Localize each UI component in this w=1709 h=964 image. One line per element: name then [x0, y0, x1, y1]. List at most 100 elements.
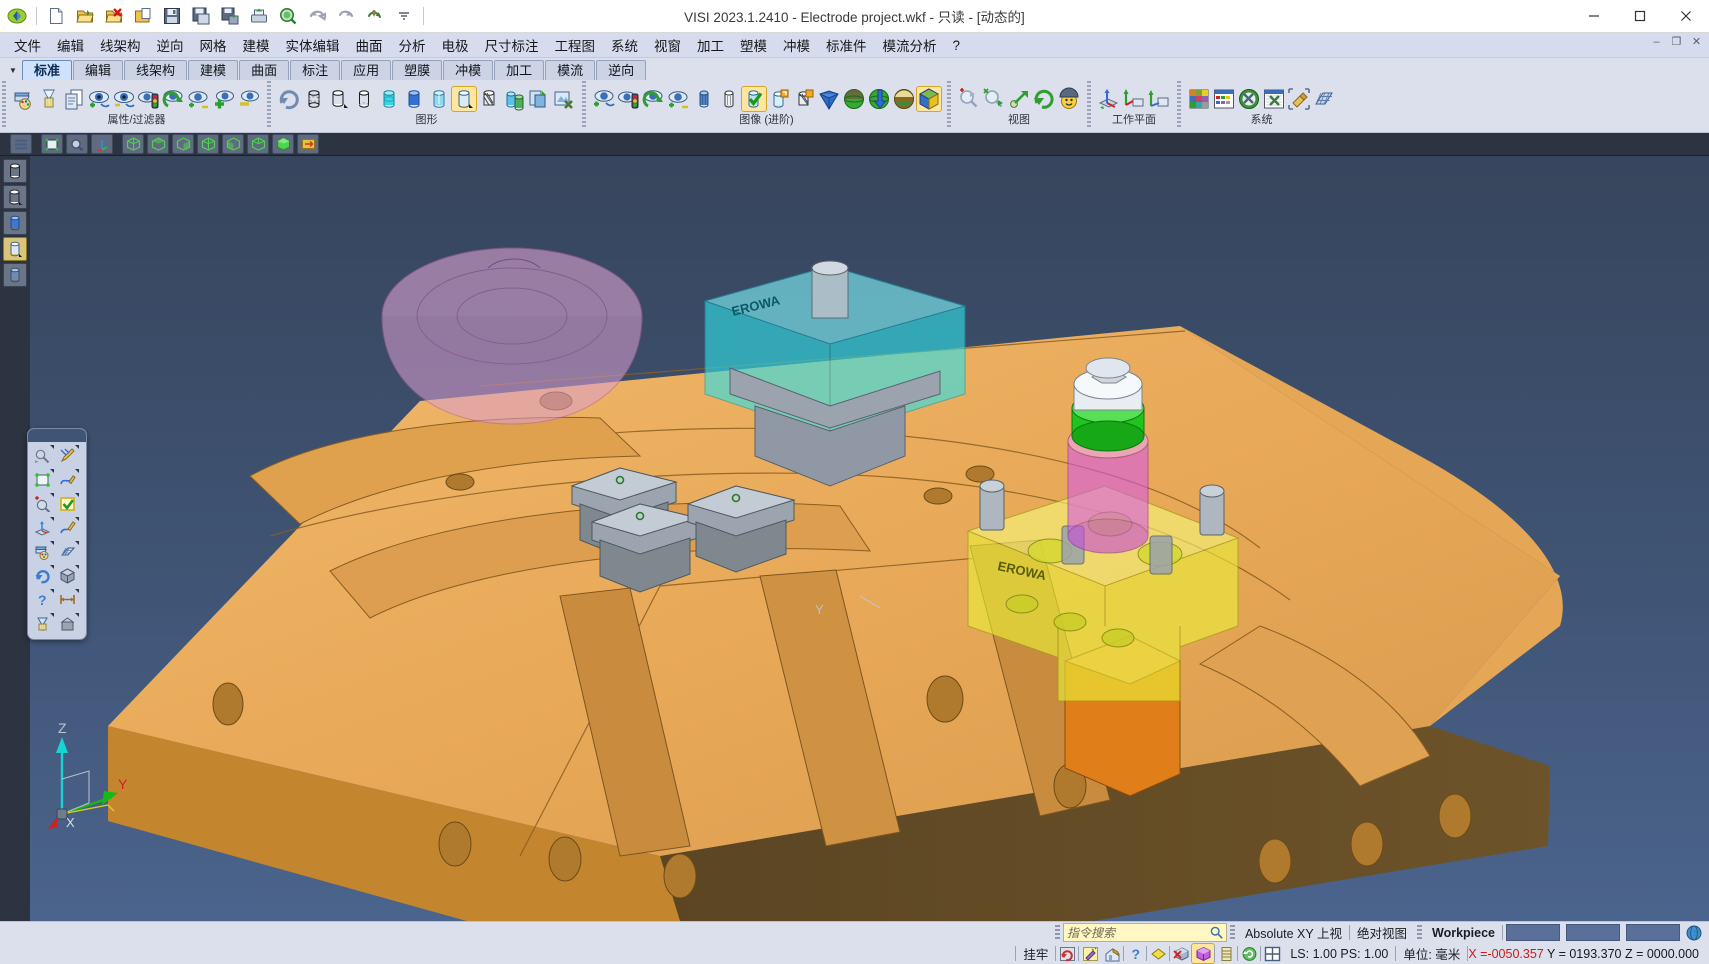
sphere-shade-icon[interactable] [892, 87, 916, 111]
3d-viewport[interactable]: EROWA EROWA Y [0, 156, 1709, 921]
tab-application[interactable]: 应用 [341, 60, 392, 80]
shade-blue-icon[interactable] [402, 87, 426, 111]
palette-dimension-icon[interactable] [55, 588, 80, 612]
status-home-icon[interactable] [1101, 944, 1123, 963]
ribbon-dropdown-icon[interactable]: ▼ [4, 61, 22, 80]
render-settings-icon[interactable] [552, 87, 576, 111]
palette-zoom-pm-icon[interactable] [30, 492, 55, 516]
view-iso4-icon[interactable] [197, 134, 219, 154]
undo-icon[interactable] [304, 3, 330, 29]
status-field-2[interactable] [1566, 924, 1620, 941]
status-list-icon[interactable] [1215, 944, 1237, 963]
view-iso6-icon[interactable] [247, 134, 269, 154]
tab-plastic-mold[interactable]: 塑膜 [392, 60, 443, 80]
status-rotate-icon[interactable] [1238, 944, 1260, 963]
open-file-icon[interactable] [72, 3, 98, 29]
mdi-minimize-icon[interactable]: – [1650, 35, 1663, 48]
status-snap-label[interactable]: 挂牢 [1016, 944, 1055, 963]
status-units[interactable]: 单位: 毫米 [1396, 944, 1467, 963]
menu-item-solid-edit[interactable]: 实体编辑 [278, 33, 348, 57]
config-icon[interactable] [1262, 87, 1286, 111]
palette-color-icon[interactable] [30, 540, 55, 564]
menu-item-surface[interactable]: 曲面 [348, 33, 391, 57]
restore-icon[interactable] [362, 3, 388, 29]
render-quality-icon[interactable] [502, 87, 526, 111]
view-iso5-icon[interactable] [222, 134, 244, 154]
adv-visibility-refresh-icon[interactable] [642, 87, 666, 111]
pan-icon[interactable] [1007, 87, 1031, 111]
view-iso7-icon[interactable] [272, 134, 294, 154]
overflow-icon[interactable] [391, 3, 417, 29]
status-diamond-icon[interactable] [1147, 944, 1169, 963]
adv-visibility-traffic-icon[interactable] [617, 87, 641, 111]
menu-item-electrode[interactable]: 电极 [434, 33, 477, 57]
status-grid-icon[interactable] [1261, 944, 1283, 963]
menu-item-mesh[interactable]: 网格 [192, 33, 235, 57]
adv-check-icon[interactable] [741, 86, 767, 112]
status-magic-icon[interactable] [1079, 944, 1101, 963]
visibility-hide-icon[interactable] [237, 87, 261, 111]
palette-solid-icon[interactable] [55, 564, 80, 588]
status-workpiece[interactable]: Workpiece [1425, 926, 1502, 940]
refresh-view-icon[interactable] [277, 87, 301, 111]
menu-item-modeling[interactable]: 建模 [235, 33, 278, 57]
menu-item-analysis[interactable]: 分析 [391, 33, 434, 57]
sphere-green-icon[interactable] [842, 87, 866, 111]
menu-item-help[interactable]: ? [945, 36, 969, 55]
tab-annotation[interactable]: 标注 [290, 60, 341, 80]
left-tool-shade-dark-cylinder[interactable] [3, 263, 27, 287]
menu-item-drawing[interactable]: 工程图 [547, 33, 604, 57]
tab-reverse[interactable]: 逆向 [596, 60, 647, 80]
close-file-icon[interactable] [101, 3, 127, 29]
layer-filter-icon[interactable] [37, 87, 61, 111]
tab-modeling[interactable]: 建模 [188, 60, 239, 80]
layer-manager-icon[interactable] [1187, 87, 1211, 111]
menu-item-system[interactable]: 系统 [603, 33, 646, 57]
new-file-icon[interactable] [43, 3, 69, 29]
workplane-align-icon[interactable] [1147, 87, 1171, 111]
visibility-traffic-icon[interactable] [137, 87, 161, 111]
adv-shade-blue-icon[interactable] [692, 87, 716, 111]
color-manager-icon[interactable] [1212, 87, 1236, 111]
mdi-close-icon[interactable]: ✕ [1690, 35, 1703, 48]
tab-surface[interactable]: 曲面 [239, 60, 290, 80]
palette-filter-icon[interactable] [30, 612, 55, 636]
tab-standard[interactable]: 标准 [22, 60, 73, 80]
workplane-define-icon[interactable] [1097, 87, 1121, 111]
app-logo-icon[interactable] [4, 3, 30, 29]
open-copy-icon[interactable] [130, 3, 156, 29]
hidden-dashed-icon[interactable] [352, 87, 376, 111]
export-icon[interactable] [246, 3, 272, 29]
globe-icon[interactable] [1683, 923, 1705, 942]
view-mode-icon[interactable] [1057, 87, 1081, 111]
left-tool-shade-light-cylinder[interactable] [3, 237, 27, 261]
adv-visibility-toggle-icon[interactable] [667, 87, 691, 111]
copy-shade-icon[interactable] [527, 87, 551, 111]
save-as-icon[interactable] [188, 3, 214, 29]
palette-refresh-icon[interactable] [30, 564, 55, 588]
menu-item-mold[interactable]: 塑模 [732, 33, 775, 57]
close-button[interactable] [1663, 0, 1709, 32]
visibility-toggle-icon[interactable] [187, 87, 211, 111]
palette-shade-icon[interactable] [55, 612, 80, 636]
view-list-icon[interactable] [10, 134, 32, 154]
menu-item-file[interactable]: 文件 [6, 33, 49, 57]
view-axis-icon[interactable] [91, 134, 113, 154]
left-tool-hidden-cylinder[interactable] [3, 185, 27, 209]
palette-layer-icon[interactable] [55, 540, 80, 564]
palette-drag-handle[interactable] [28, 429, 86, 442]
palette-select-icon[interactable] [30, 444, 55, 468]
tab-wireframe[interactable]: 线架构 [124, 60, 188, 80]
preview-icon[interactable] [275, 3, 301, 29]
palette-help-icon[interactable]: ? [30, 588, 55, 612]
left-tool-shade-blue-cylinder[interactable] [3, 211, 27, 235]
menu-item-window[interactable]: 视窗 [646, 33, 689, 57]
status-cube-purple-icon[interactable] [1191, 943, 1216, 964]
menu-item-machining[interactable]: 加工 [689, 33, 732, 57]
view-iso1-icon[interactable] [122, 134, 144, 154]
menu-item-standard-parts[interactable]: 标准件 [818, 33, 875, 57]
section-icon[interactable] [477, 87, 501, 111]
menu-item-reverse[interactable]: 逆向 [149, 33, 192, 57]
workplane-move-icon[interactable] [1122, 87, 1146, 111]
status-field-3[interactable] [1626, 924, 1680, 941]
